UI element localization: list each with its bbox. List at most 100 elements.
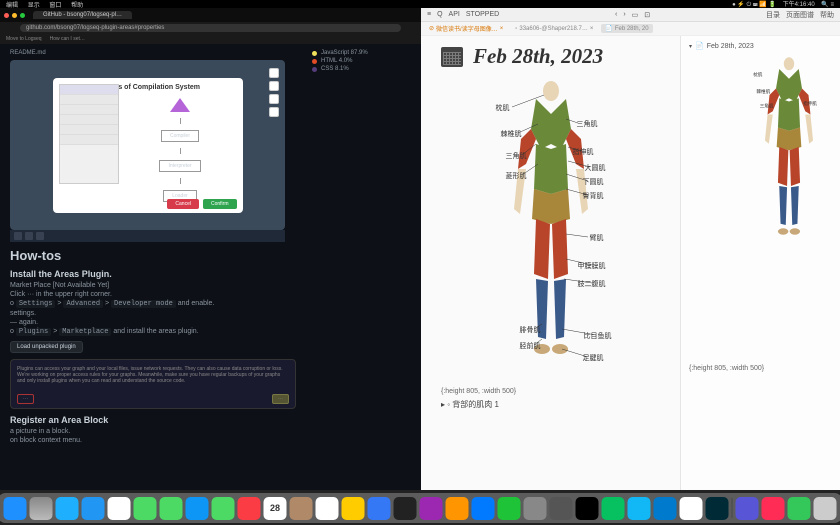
warn-btn[interactable]: ··· xyxy=(17,394,34,404)
muscle-label: 大圆肌 xyxy=(585,163,606,173)
readme-screenshot: Process of Compilation System Compiler I… xyxy=(10,60,285,230)
load-plugin-button[interactable]: Load unpacked plugin xyxy=(10,341,83,353)
fwd-icon[interactable]: › xyxy=(623,11,625,18)
dock-wechat-icon[interactable] xyxy=(602,497,625,520)
nav-help[interactable]: 帮助 xyxy=(820,10,834,20)
plugin-warning: Plugins can access your graph and your l… xyxy=(10,359,296,409)
handle-icon[interactable] xyxy=(269,68,279,78)
step-text: o Settings > Advanced > Developer mode a… xyxy=(10,300,296,308)
toolbar-icon[interactable] xyxy=(14,232,22,240)
lang-js[interactable]: JavaScript 87.9% xyxy=(312,50,415,56)
browser-window: GitHub - bsong07/logseq-pl… github.com/b… xyxy=(0,8,421,490)
dock-finder-icon[interactable] xyxy=(4,497,27,520)
confirm-button[interactable]: Confirm xyxy=(203,199,237,209)
step-text: — again. xyxy=(10,319,296,326)
section-howtos: How-tos xyxy=(10,248,296,263)
dock-safari-icon[interactable] xyxy=(56,497,79,520)
book-icon[interactable]: ▭ xyxy=(632,11,639,19)
menu-icon[interactable]: ≡ xyxy=(427,11,431,18)
install-heading: Install the Areas Plugin. xyxy=(10,269,296,279)
step-text: Click ··· in the upper right corner. xyxy=(10,291,296,298)
minimize-icon[interactable] xyxy=(12,13,17,18)
dock-numbers-icon[interactable] xyxy=(498,497,521,520)
window-controls xyxy=(4,13,25,18)
side-caption: {:height 805, :width 500} xyxy=(689,365,832,372)
close-icon[interactable] xyxy=(4,13,9,18)
dock-facetime-icon[interactable] xyxy=(212,497,235,520)
dock-tv-icon[interactable] xyxy=(394,497,417,520)
bullet-item[interactable]: ▸ ◦ 背部的肌肉 1 xyxy=(441,399,660,410)
flow-node: Compiler xyxy=(161,130,199,142)
address-input[interactable]: github.com/bsong07/logseq-plugin-areas#p… xyxy=(20,24,401,32)
dock-chrome-icon[interactable] xyxy=(680,497,703,520)
dock-qq-icon[interactable] xyxy=(628,497,651,520)
toolbar-icon[interactable] xyxy=(25,232,33,240)
dock-messages-icon[interactable] xyxy=(134,497,157,520)
cancel-button[interactable]: Cancel xyxy=(167,199,199,209)
modal-sidebar xyxy=(59,84,119,184)
bookmark-item[interactable]: How can I set… xyxy=(50,36,85,42)
dock-photos-icon[interactable] xyxy=(108,497,131,520)
dock-music-icon[interactable] xyxy=(238,497,261,520)
github-sidebar: JavaScript 87.9% HTML 4.0% CSS 8.1% xyxy=(306,44,421,490)
tab-wechat[interactable]: ⊘ 微信读书/读字母图像… × xyxy=(425,23,507,34)
notes-editor[interactable]: Feb 28th, 2023 xyxy=(421,36,680,490)
toolbar-icon[interactable] xyxy=(36,232,44,240)
muscle-label: 胫前肌 xyxy=(520,341,541,351)
dock-contacts-icon[interactable] xyxy=(290,497,313,520)
lang-html[interactable]: HTML 4.0% xyxy=(312,58,415,64)
back-icon[interactable]: ‹ xyxy=(615,11,617,18)
dock-calendar-icon[interactable]: 28 xyxy=(264,497,287,520)
tab-shaper[interactable]: ▫ 33a606-@Shaper218.7… × xyxy=(511,25,597,33)
lang-css[interactable]: CSS 8.1% xyxy=(312,66,415,72)
dock-app3-icon[interactable] xyxy=(788,497,811,520)
tree-node[interactable]: ▾ 📄 Feb 28th, 2023 xyxy=(689,42,832,50)
muscle-label: 三角肌 xyxy=(577,119,598,129)
date-heading: Feb 28th, 2023 xyxy=(441,44,660,69)
readme-main: README.md Process of Compilation System … xyxy=(0,44,306,490)
dock-podcasts-icon[interactable] xyxy=(420,497,443,520)
dock-store-icon[interactable] xyxy=(186,497,209,520)
dock-terminal-icon[interactable] xyxy=(576,497,599,520)
calendar-icon xyxy=(441,47,463,67)
handle-icon[interactable] xyxy=(269,107,279,117)
dock-settings-icon[interactable] xyxy=(524,497,547,520)
dock-launchpad-icon[interactable] xyxy=(30,497,53,520)
nav-toc[interactable]: 目录 xyxy=(766,10,780,20)
dock-vscode-icon[interactable] xyxy=(654,497,677,520)
muscle-label: 臂肌 xyxy=(590,233,604,243)
dock-books-icon[interactable] xyxy=(446,497,469,520)
dock-logseq-icon[interactable] xyxy=(706,497,729,520)
dock-utility-icon[interactable] xyxy=(550,497,573,520)
bookmark-item[interactable]: Move to Logseq xyxy=(6,36,42,42)
dock-notes-icon[interactable] xyxy=(342,497,365,520)
handle-icon[interactable] xyxy=(269,81,279,91)
tab-date[interactable]: 📄 Feb 28th, 20 xyxy=(601,24,652,33)
dock-trash-icon[interactable] xyxy=(814,497,837,520)
dock-reminders-icon[interactable] xyxy=(316,497,339,520)
dock-app2-icon[interactable] xyxy=(762,497,785,520)
notes-body: Feb 28th, 2023 xyxy=(421,36,840,490)
nav-graph[interactable]: 页面图谱 xyxy=(786,10,814,20)
handle-icon[interactable] xyxy=(269,94,279,104)
muscle-label: 足腱肌 xyxy=(583,353,604,363)
browser-tab[interactable]: GitHub - bsong07/logseq-pl… xyxy=(33,11,132,19)
chevron-down-icon[interactable]: ▾ xyxy=(689,43,692,50)
muscle-label: 下圆肌 xyxy=(583,177,604,187)
dock-keynote-icon[interactable] xyxy=(472,497,495,520)
edit-handles xyxy=(269,68,279,117)
muscle-label: 指伸肌 xyxy=(573,147,594,157)
search-icon[interactable]: Q xyxy=(437,11,442,18)
notes-window: ≡ Q API STOPPED ‹ › ▭ ⊡ 目录 页面图谱 帮助 ⊘ 微信读… xyxy=(421,8,840,490)
dock-app1-icon[interactable] xyxy=(736,497,759,520)
maximize-icon[interactable] xyxy=(20,13,25,18)
dock-preview-icon[interactable] xyxy=(368,497,391,520)
step-text: a picture in a block. xyxy=(10,428,296,435)
dock-maps-icon[interactable] xyxy=(160,497,183,520)
api-label: API xyxy=(449,11,460,18)
dock-mail-icon[interactable] xyxy=(82,497,105,520)
warn-btn-right[interactable]: ··· xyxy=(272,394,289,404)
step-text: o Plugins > Marketplace and install the … xyxy=(10,328,296,336)
human-back: 枕肌 棘椎肌 三角肌 菱形肌 腓骨肌 胫前肌 三角肌 指伸肌 大圆肌 下圆肌 臀… xyxy=(496,79,606,359)
fold-icon[interactable]: ⊡ xyxy=(644,11,650,19)
